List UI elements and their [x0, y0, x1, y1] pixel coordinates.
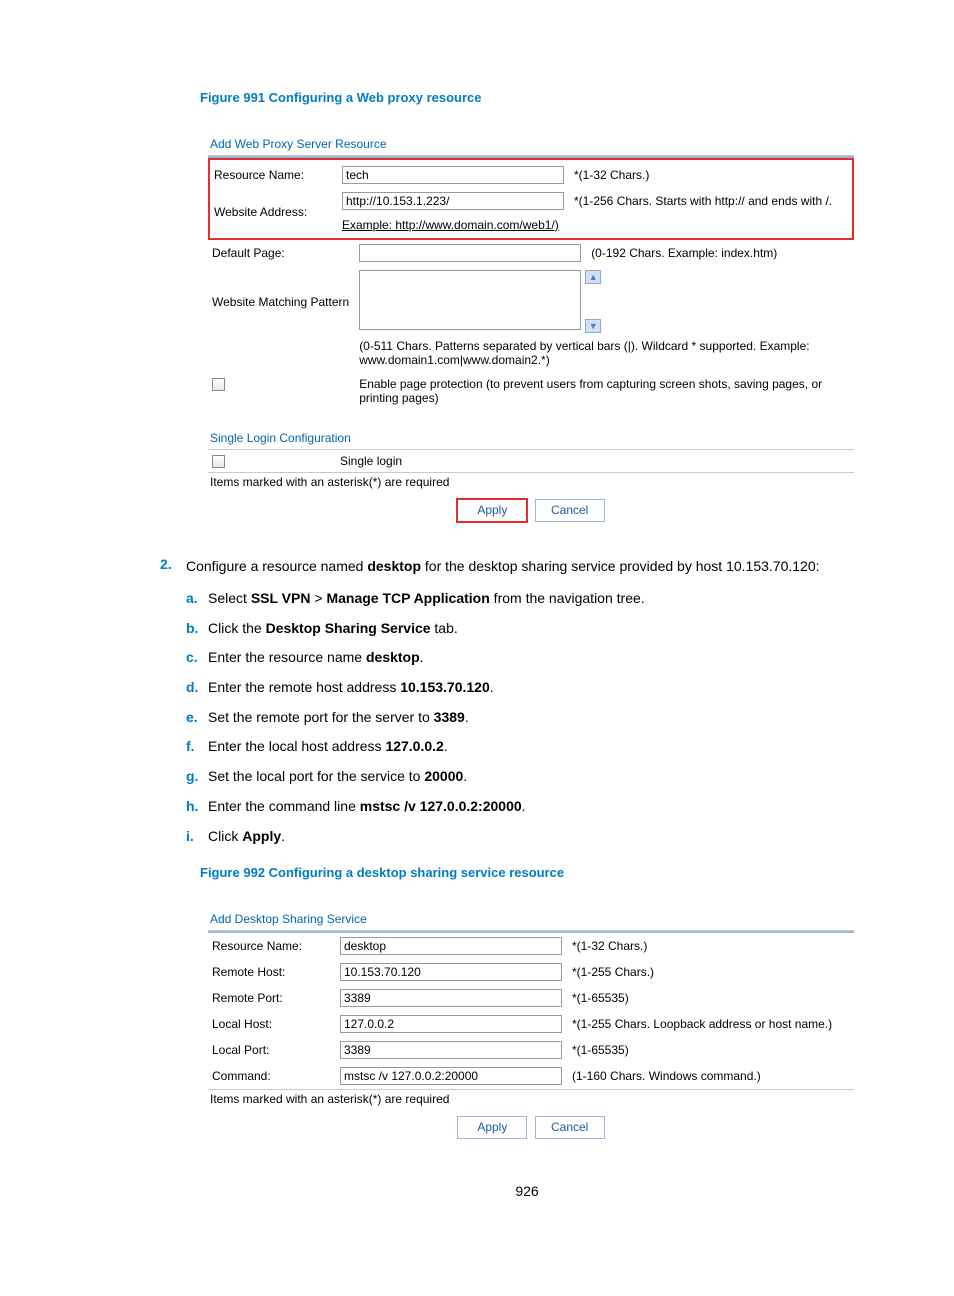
website-address-example: Example: http://www.domain.com/web1/) — [338, 214, 852, 236]
single-login-checkbox[interactable] — [212, 455, 225, 468]
f2-remote-port-input[interactable] — [340, 989, 562, 1007]
required-note-1: Items marked with an asterisk(*) are req… — [208, 473, 854, 495]
panel-head-webproxy: Add Web Proxy Server Resource — [208, 133, 854, 156]
f2-remote-port-label: Remote Port: — [208, 985, 336, 1011]
f2-local-port-label: Local Port: — [208, 1037, 336, 1063]
f2-command-label: Command: — [208, 1063, 336, 1089]
website-address-input[interactable] — [342, 192, 564, 210]
resource-name-input[interactable] — [342, 166, 564, 184]
f2-remote-host-input[interactable] — [340, 963, 562, 981]
f2-resource-name-label: Resource Name: — [208, 933, 336, 959]
f2-local-host-input[interactable] — [340, 1015, 562, 1033]
instructions-block: 2. Configure a resource named desktop fo… — [160, 556, 854, 861]
f2-command-hint: (1-160 Chars. Windows command.) — [568, 1063, 854, 1089]
f2-resource-name-input[interactable] — [340, 937, 562, 955]
f2-command-input[interactable] — [340, 1067, 562, 1085]
resource-name-label: Resource Name: — [210, 162, 338, 188]
step-intro-pre: Configure a resource named — [186, 558, 367, 574]
resource-name-hint: *(1-32 Chars.) — [570, 162, 852, 188]
pattern-textarea[interactable] — [359, 270, 581, 330]
pattern-label: Website Matching Pattern — [208, 266, 355, 337]
f2-remote-host-label: Remote Host: — [208, 959, 336, 985]
figure-992-title: Figure 992 Configuring a desktop sharing… — [200, 865, 854, 880]
figure-991-panel: Add Web Proxy Server Resource Resource N… — [208, 133, 854, 526]
highlight-box: Resource Name: *(1-32 Chars.) Website Ad… — [208, 158, 854, 240]
step-number: 2. — [160, 556, 186, 861]
single-login-label: Single login — [336, 450, 854, 472]
f2-local-host-label: Local Host: — [208, 1011, 336, 1037]
step-intro-bold: desktop — [367, 558, 421, 574]
pattern-hint: (0-511 Chars. Patterns separated by vert… — [355, 337, 854, 373]
step-intro-post: for the desktop sharing service provided… — [421, 558, 819, 574]
figure-992-panel: Add Desktop Sharing Service Resource Nam… — [208, 908, 854, 1143]
protection-checkbox[interactable] — [212, 378, 225, 391]
apply-button-2[interactable]: Apply — [457, 1116, 527, 1139]
f2-remote-port-hint: *(1-65535) — [568, 985, 854, 1011]
single-login-head: Single Login Configuration — [208, 427, 854, 450]
f2-remote-host-hint: *(1-255 Chars.) — [568, 959, 854, 985]
apply-button-1[interactable]: Apply — [457, 499, 527, 522]
required-note-2: Items marked with an asterisk(*) are req… — [208, 1090, 854, 1112]
figure-991-title: Figure 991 Configuring a Web proxy resou… — [200, 90, 854, 105]
scroll-down-icon[interactable]: ▼ — [585, 319, 601, 333]
cancel-button-1[interactable]: Cancel — [535, 499, 605, 522]
default-page-input[interactable] — [359, 244, 581, 262]
default-page-label: Default Page: — [208, 240, 355, 266]
website-address-label: Website Address: — [210, 188, 338, 236]
scroll-up-icon[interactable]: ▲ — [585, 270, 601, 284]
panel-head-desktop: Add Desktop Sharing Service — [208, 908, 854, 931]
f2-local-port-input[interactable] — [340, 1041, 562, 1059]
cancel-button-2[interactable]: Cancel — [535, 1116, 605, 1139]
default-page-hint: (0-192 Chars. Example: index.htm) — [587, 240, 854, 266]
page-number: 926 — [200, 1183, 854, 1199]
f2-resource-name-hint: *(1-32 Chars.) — [568, 933, 854, 959]
protection-label: Enable page protection (to prevent users… — [355, 373, 854, 409]
f2-local-port-hint: *(1-65535) — [568, 1037, 854, 1063]
f2-local-host-hint: *(1-255 Chars. Loopback address or host … — [568, 1011, 854, 1037]
website-address-hint: *(1-256 Chars. Starts with http:// and e… — [570, 188, 852, 214]
